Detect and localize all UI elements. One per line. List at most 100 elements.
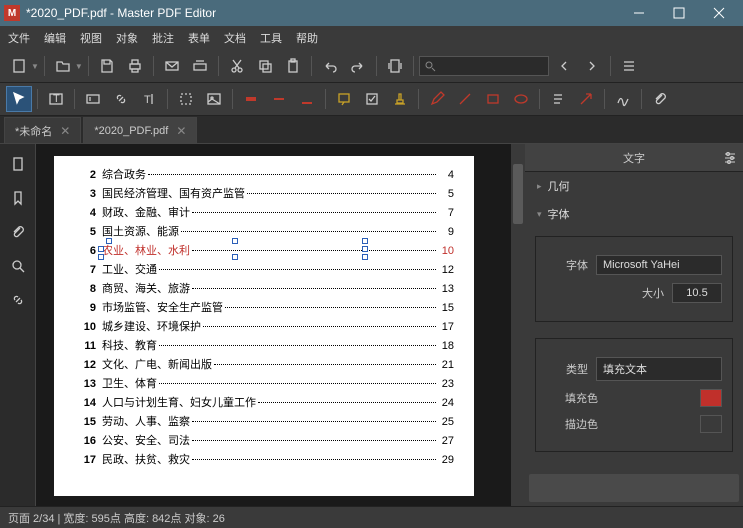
toc-line[interactable]: 3国民经济管理、国有资产监管5 — [74, 185, 454, 204]
type-select[interactable]: 填充文本 — [596, 357, 722, 381]
tab[interactable]: *未命名✕ — [4, 117, 81, 143]
toc-line[interactable]: 6农业、林业、水利10 — [74, 242, 454, 261]
pencil-tool[interactable] — [424, 86, 450, 112]
minimize-button[interactable] — [619, 0, 659, 26]
ellipse-tool[interactable] — [508, 86, 534, 112]
toc-line[interactable]: 4财政、金融、审计7 — [74, 204, 454, 223]
new-button[interactable] — [6, 53, 32, 79]
attach-tool[interactable] — [647, 86, 673, 112]
toc-dots — [159, 269, 436, 270]
copy-button[interactable] — [252, 53, 278, 79]
selection-handle[interactable] — [106, 238, 112, 244]
font-select[interactable]: Microsoft YaHei — [596, 255, 722, 275]
selection-handle[interactable] — [362, 238, 368, 244]
settings-icon[interactable] — [723, 150, 737, 167]
search-panel-button[interactable] — [0, 250, 36, 282]
toc-line[interactable]: 9市场监管、安全生产监管15 — [74, 299, 454, 318]
menu-视图[interactable]: 视图 — [80, 30, 102, 46]
rect-tool[interactable] — [480, 86, 506, 112]
properties-panel: 文字 ▸几何 ▾字体 字体Microsoft YaHei 大小10.5 类型填充… — [525, 144, 743, 506]
bookmarks-button[interactable] — [0, 182, 36, 214]
arrow-tool[interactable] — [573, 86, 599, 112]
edit-text-tool[interactable]: T — [136, 86, 162, 112]
toc-line[interactable]: 14人口与计划生育、妇女儿童工作24 — [74, 394, 454, 413]
stamp-tool[interactable] — [387, 86, 413, 112]
toc-number: 3 — [74, 188, 96, 200]
menu-帮助[interactable]: 帮助 — [296, 30, 318, 46]
toc-dots — [148, 174, 436, 175]
scrollbar-vertical[interactable] — [511, 144, 525, 506]
paste-button[interactable] — [280, 53, 306, 79]
strikeout-tool[interactable] — [266, 86, 292, 112]
toc-line[interactable]: 11科技、教育18 — [74, 337, 454, 356]
undo-button[interactable] — [317, 53, 343, 79]
sign-tool[interactable] — [610, 86, 636, 112]
edit-form-tool[interactable] — [80, 86, 106, 112]
selection-handle[interactable] — [98, 254, 104, 260]
selection-handle[interactable] — [98, 246, 104, 252]
toc-text: 公安、安全、司法 — [102, 432, 190, 448]
stroke-color-swatch[interactable] — [700, 415, 722, 433]
redo-button[interactable] — [345, 53, 371, 79]
mail-button[interactable] — [159, 53, 185, 79]
pdf-page[interactable]: 2综合政务43国民经济管理、国有资产监管54财政、金融、审计75国土资源、能源9… — [54, 156, 474, 496]
menu-文档[interactable]: 文档 — [224, 30, 246, 46]
toc-line[interactable]: 8商贸、海关、旅游13 — [74, 280, 454, 299]
selection-handle[interactable] — [362, 246, 368, 252]
links-panel-button[interactable] — [0, 284, 36, 316]
size-input[interactable]: 10.5 — [672, 283, 722, 303]
maximize-button[interactable] — [659, 0, 699, 26]
selection-handle[interactable] — [232, 254, 238, 260]
highlight-tool[interactable] — [238, 86, 264, 112]
menu-工具[interactable]: 工具 — [260, 30, 282, 46]
cut-button[interactable] — [224, 53, 250, 79]
menu-表单[interactable]: 表单 — [188, 30, 210, 46]
checkbox-tool[interactable] — [359, 86, 385, 112]
open-button[interactable] — [50, 53, 76, 79]
image-tool[interactable] — [201, 86, 227, 112]
search-next-button[interactable] — [579, 53, 605, 79]
scan-button[interactable] — [187, 53, 213, 79]
text-tool[interactable]: T — [43, 86, 69, 112]
save-button[interactable] — [94, 53, 120, 79]
tab-close-icon[interactable]: ✕ — [176, 124, 186, 138]
link-tool[interactable] — [108, 86, 134, 112]
underline-tool[interactable] — [294, 86, 320, 112]
thumbnails-button[interactable] — [0, 148, 36, 180]
menu-文件[interactable]: 文件 — [8, 30, 30, 46]
print-button[interactable] — [122, 53, 148, 79]
section-font[interactable]: ▾字体 — [525, 200, 743, 228]
line-tool[interactable] — [452, 86, 478, 112]
note-tool[interactable] — [331, 86, 357, 112]
select-tool[interactable] — [6, 86, 32, 112]
toc-text: 劳动、人事、监察 — [102, 413, 190, 429]
selection-handle[interactable] — [232, 238, 238, 244]
toc-line[interactable]: 7工业、交通12 — [74, 261, 454, 280]
fill-color-swatch[interactable] — [700, 389, 722, 407]
toc-line[interactable]: 13卫生、体育23 — [74, 375, 454, 394]
search-input[interactable] — [419, 56, 549, 76]
toc-line[interactable]: 5国土资源、能源9 — [74, 223, 454, 242]
crop-tool[interactable] — [173, 86, 199, 112]
search-prev-button[interactable] — [551, 53, 577, 79]
selection-handle[interactable] — [362, 254, 368, 260]
tab[interactable]: *2020_PDF.pdf✕ — [83, 117, 197, 143]
list-icon[interactable] — [616, 53, 642, 79]
attachments-button[interactable] — [0, 216, 36, 248]
toc-line[interactable]: 10城乡建设、环境保护17 — [74, 318, 454, 337]
toc-line[interactable]: 16公安、安全、司法27 — [74, 432, 454, 451]
menu-对象[interactable]: 对象 — [116, 30, 138, 46]
tab-close-icon[interactable]: ✕ — [60, 124, 70, 138]
toc-line[interactable]: 17民政、扶贫、救灾29 — [74, 451, 454, 470]
document-area[interactable]: 2综合政务43国民经济管理、国有资产监管54财政、金融、审计75国土资源、能源9… — [36, 144, 525, 506]
menu-批注[interactable]: 批注 — [152, 30, 174, 46]
fit-button[interactable] — [382, 53, 408, 79]
close-button[interactable] — [699, 0, 739, 26]
section-geometry[interactable]: ▸几何 — [525, 172, 743, 200]
toc-line[interactable]: 2综合政务4 — [74, 166, 454, 185]
toc-line[interactable]: 12文化、广电、新闻出版21 — [74, 356, 454, 375]
toc-line[interactable]: 15劳动、人事、监察25 — [74, 413, 454, 432]
menu-编辑[interactable]: 编辑 — [44, 30, 66, 46]
text-annot-tool[interactable] — [545, 86, 571, 112]
scroll-thumb[interactable] — [513, 164, 523, 224]
